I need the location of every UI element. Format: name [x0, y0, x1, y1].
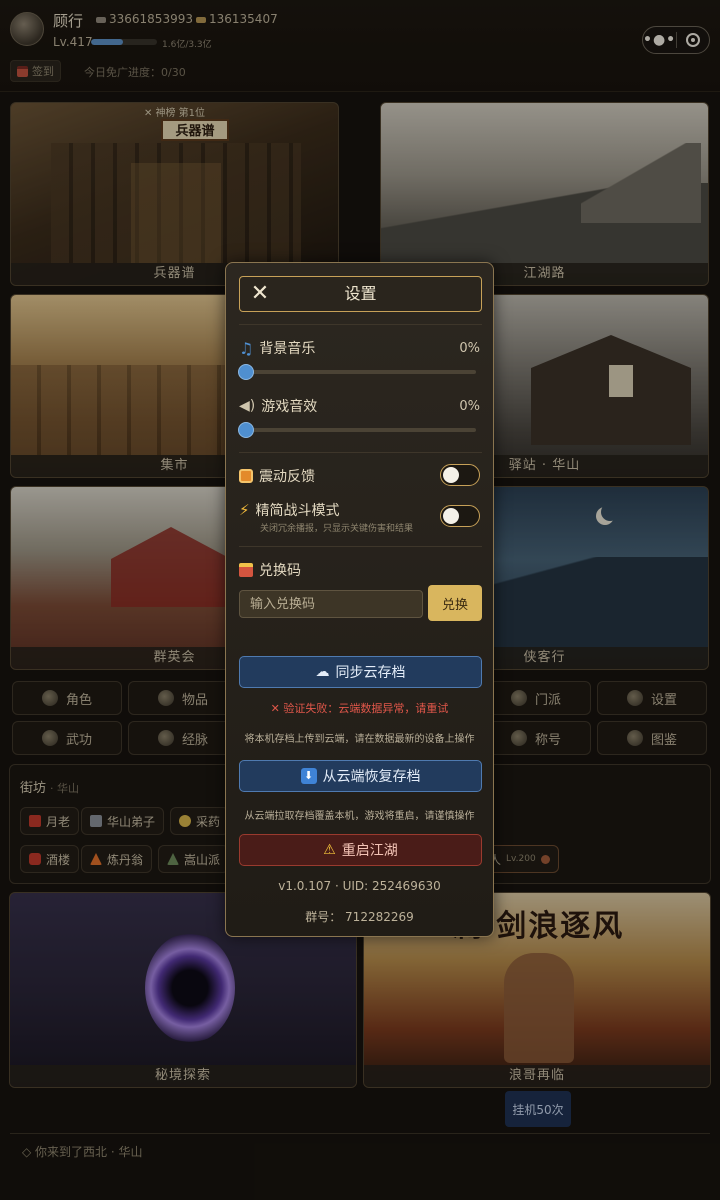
settings-title: 设置: [344, 284, 377, 303]
simple-battle-label-text: 精简战斗模式: [255, 503, 340, 519]
settings-modal: ✕ 设置 ♫ 背景音乐 0% ◀) 游戏音效 0% 震动反馈 ⚡ 精简战斗模式 关闭冗…: [225, 262, 494, 937]
error-x-icon: ✕: [270, 702, 284, 715]
redeem-button[interactable]: 兑换: [428, 585, 482, 621]
sync-error-message: ✕ 验证失败：云端数据异常，请重试: [226, 700, 493, 716]
simple-battle-toggle[interactable]: [440, 505, 480, 527]
redeem-code-input[interactable]: [239, 590, 423, 618]
vibration-label: 震动反馈: [239, 466, 315, 486]
lightning-icon: ⚡: [239, 501, 250, 519]
restore-label: 从云端恢复存档: [322, 769, 421, 785]
cloud-icon: ☁: [315, 664, 330, 680]
warning-icon: ⚠: [323, 842, 336, 858]
game-screen: 顾行 33661853993 136135407 Lv.417 1.6亿/3.3…: [0, 0, 720, 1200]
slider-handle[interactable]: [238, 422, 254, 438]
group-number: 群号： 712282269: [305, 910, 414, 924]
sfx-value: 0%: [459, 399, 480, 414]
sfx-label: ◀) 游戏音效: [239, 396, 317, 416]
divider: [239, 452, 482, 453]
bgm-value: 0%: [459, 341, 480, 356]
sync-label: 同步云存档: [335, 665, 406, 681]
divider: [239, 546, 482, 547]
settings-header: ✕ 设置: [239, 276, 482, 312]
bgm-label: ♫ 背景音乐: [239, 338, 315, 358]
sync-error-text: 验证失败：云端数据异常，请重试: [283, 702, 449, 715]
toggle-knob: [443, 508, 459, 524]
gift-icon: [239, 563, 253, 577]
vibration-toggle[interactable]: [440, 464, 480, 486]
redeem-label: 兑换码: [239, 560, 301, 580]
bgm-label-text: 背景音乐: [259, 341, 316, 357]
restore-cloud-button[interactable]: ⬇ 从云端恢复存档: [239, 760, 482, 792]
vibration-label-text: 震动反馈: [259, 469, 315, 485]
simple-battle-desc: 关闭冗余播报，只显示关键伤害和结果: [260, 524, 414, 534]
sfx-label-text: 游戏音效: [261, 399, 318, 415]
vibration-icon: [239, 469, 253, 483]
sync-cloud-button[interactable]: ☁ 同步云存档: [239, 656, 482, 688]
bgm-slider[interactable]: [238, 364, 476, 380]
restart-label: 重启江湖: [341, 843, 398, 859]
sfx-slider[interactable]: [238, 422, 476, 438]
slider-handle[interactable]: [238, 364, 254, 380]
simple-battle-label: ⚡ 精简战斗模式: [239, 500, 340, 520]
version-info: v1.0.107 · UID: 252469630: [278, 879, 441, 893]
toggle-knob: [443, 467, 459, 483]
restore-note: 从云端拉取存档覆盖本机，游戏将重启，请谨慎操作: [244, 811, 475, 822]
music-note-icon: ♫: [239, 338, 254, 358]
sync-note: 将本机存档上传到云端，请在数据最新的设备上操作: [244, 734, 475, 745]
restart-button[interactable]: ⚠ 重启江湖: [239, 834, 482, 866]
redeem-label-text: 兑换码: [259, 563, 301, 579]
download-icon: ⬇: [300, 768, 317, 784]
speaker-icon: ◀): [239, 398, 256, 414]
divider: [239, 324, 482, 325]
